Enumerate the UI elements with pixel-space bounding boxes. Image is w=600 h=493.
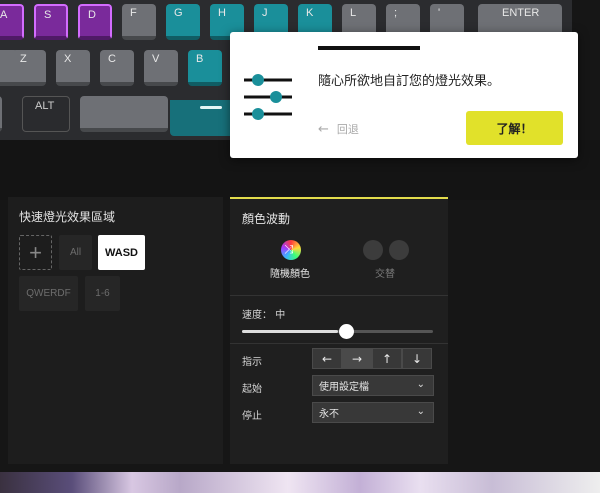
- add-zone-button[interactable]: +: [19, 235, 52, 270]
- speed-slider-thumb[interactable]: [339, 324, 354, 339]
- sliders-icon: [242, 72, 294, 122]
- random-color-button[interactable]: ⤨: [281, 240, 301, 260]
- key-c-label: C: [108, 53, 116, 65]
- key-b[interactable]: B: [188, 50, 222, 86]
- plus-icon: +: [29, 239, 42, 265]
- spacebar-light-line: [200, 106, 222, 109]
- key-h-label: H: [218, 7, 226, 19]
- tutorial-popup: 隨心所欲地自訂您的燈光效果。 ← 回退 了解！: [230, 32, 578, 158]
- zone-wasd[interactable]: WASD: [98, 235, 145, 270]
- key-x[interactable]: X: [56, 50, 90, 86]
- alternate-color-1[interactable]: [363, 240, 383, 260]
- random-color-label: 隨機顏色: [270, 269, 310, 280]
- speed-label: 速度： 中: [242, 306, 285, 321]
- chevron-down-icon: ⌄: [416, 406, 425, 417]
- divider: [230, 295, 448, 296]
- direction-label: 指示: [242, 357, 262, 368]
- speed-label-text: 速度：: [242, 310, 272, 321]
- color-wave-title: 顏色波動: [242, 212, 291, 226]
- key-s[interactable]: S: [34, 4, 68, 40]
- alternate-label: 交替: [375, 269, 395, 280]
- key-alt[interactable]: ALT: [22, 96, 70, 132]
- zone-qwerdf[interactable]: QWERDF: [19, 276, 78, 311]
- direction-left-button[interactable]: ←: [312, 348, 342, 369]
- quick-zone-title: 快速燈光效果區域: [19, 210, 116, 224]
- key-d[interactable]: D: [78, 4, 112, 40]
- chevron-down-icon: ⌄: [416, 379, 425, 390]
- stop-select[interactable]: 永不 ⌄: [312, 402, 434, 423]
- key-semicolon-label: ;: [394, 7, 398, 19]
- direction-down-button[interactable]: ↓: [402, 348, 432, 369]
- start-label: 起始: [242, 384, 262, 395]
- stop-select-value: 永不: [319, 409, 339, 420]
- direction-right-button[interactable]: →: [342, 348, 372, 369]
- key-quote-label: ': [438, 7, 441, 19]
- key-space-left[interactable]: [80, 96, 168, 132]
- popup-back-label: 回退: [336, 123, 359, 136]
- key-s-label: S: [44, 9, 52, 21]
- popup-top-bar: [318, 46, 420, 50]
- key-b-label: B: [196, 53, 204, 65]
- key-f-label: F: [130, 7, 137, 19]
- shuffle-icon: ⤨: [284, 242, 294, 256]
- key-a[interactable]: A: [0, 4, 24, 40]
- alternate-color-2[interactable]: [389, 240, 409, 260]
- key-a-label: A: [0, 9, 8, 21]
- speed-slider-fill: [242, 330, 338, 333]
- key-z-label: Z: [20, 53, 27, 65]
- popup-message: 隨心所欲地自訂您的燈光效果。: [318, 74, 501, 89]
- key-d-label: D: [88, 9, 96, 21]
- key-k-label: K: [306, 7, 314, 19]
- key-alt-label: ALT: [35, 100, 55, 112]
- color-wave-panel: 顏色波動 ⤨ 隨機顏色 交替 速度： 中 指示 ← → ↑ ↓ 起始 使用設定檔…: [230, 197, 448, 464]
- start-select[interactable]: 使用設定檔 ⌄: [312, 375, 434, 396]
- start-select-value: 使用設定檔: [319, 382, 369, 393]
- popup-ok-button[interactable]: 了解！: [466, 111, 563, 145]
- key-v[interactable]: V: [144, 50, 178, 86]
- app-window: A S D F G H J K L ; ' ENTER Z X C V B AL…: [0, 0, 600, 493]
- key-g-label: G: [174, 7, 183, 19]
- zone-all[interactable]: All: [59, 235, 92, 270]
- divider: [230, 343, 448, 344]
- key-c[interactable]: C: [100, 50, 134, 86]
- key-z[interactable]: Z: [12, 50, 46, 86]
- speed-value: 中: [275, 310, 286, 321]
- key-l-label: L: [350, 7, 357, 19]
- key-f[interactable]: F: [122, 4, 156, 40]
- key-j-label: J: [262, 7, 268, 19]
- quick-zone-panel: 快速燈光效果區域 + All WASD QWERDF 1-6: [8, 197, 223, 464]
- key-g[interactable]: G: [166, 4, 200, 40]
- key-ctrl-left[interactable]: [0, 96, 2, 132]
- arrow-left-icon: ←: [318, 121, 329, 137]
- background-image-strip: [0, 472, 600, 493]
- stop-label: 停止: [242, 411, 262, 422]
- key-v-label: V: [152, 53, 160, 65]
- popup-back-button[interactable]: ← 回退: [318, 121, 359, 137]
- key-enter-label: ENTER: [502, 7, 540, 19]
- key-x-label: X: [64, 53, 72, 65]
- zone-1-6[interactable]: 1-6: [85, 276, 120, 311]
- direction-up-button[interactable]: ↑: [372, 348, 402, 369]
